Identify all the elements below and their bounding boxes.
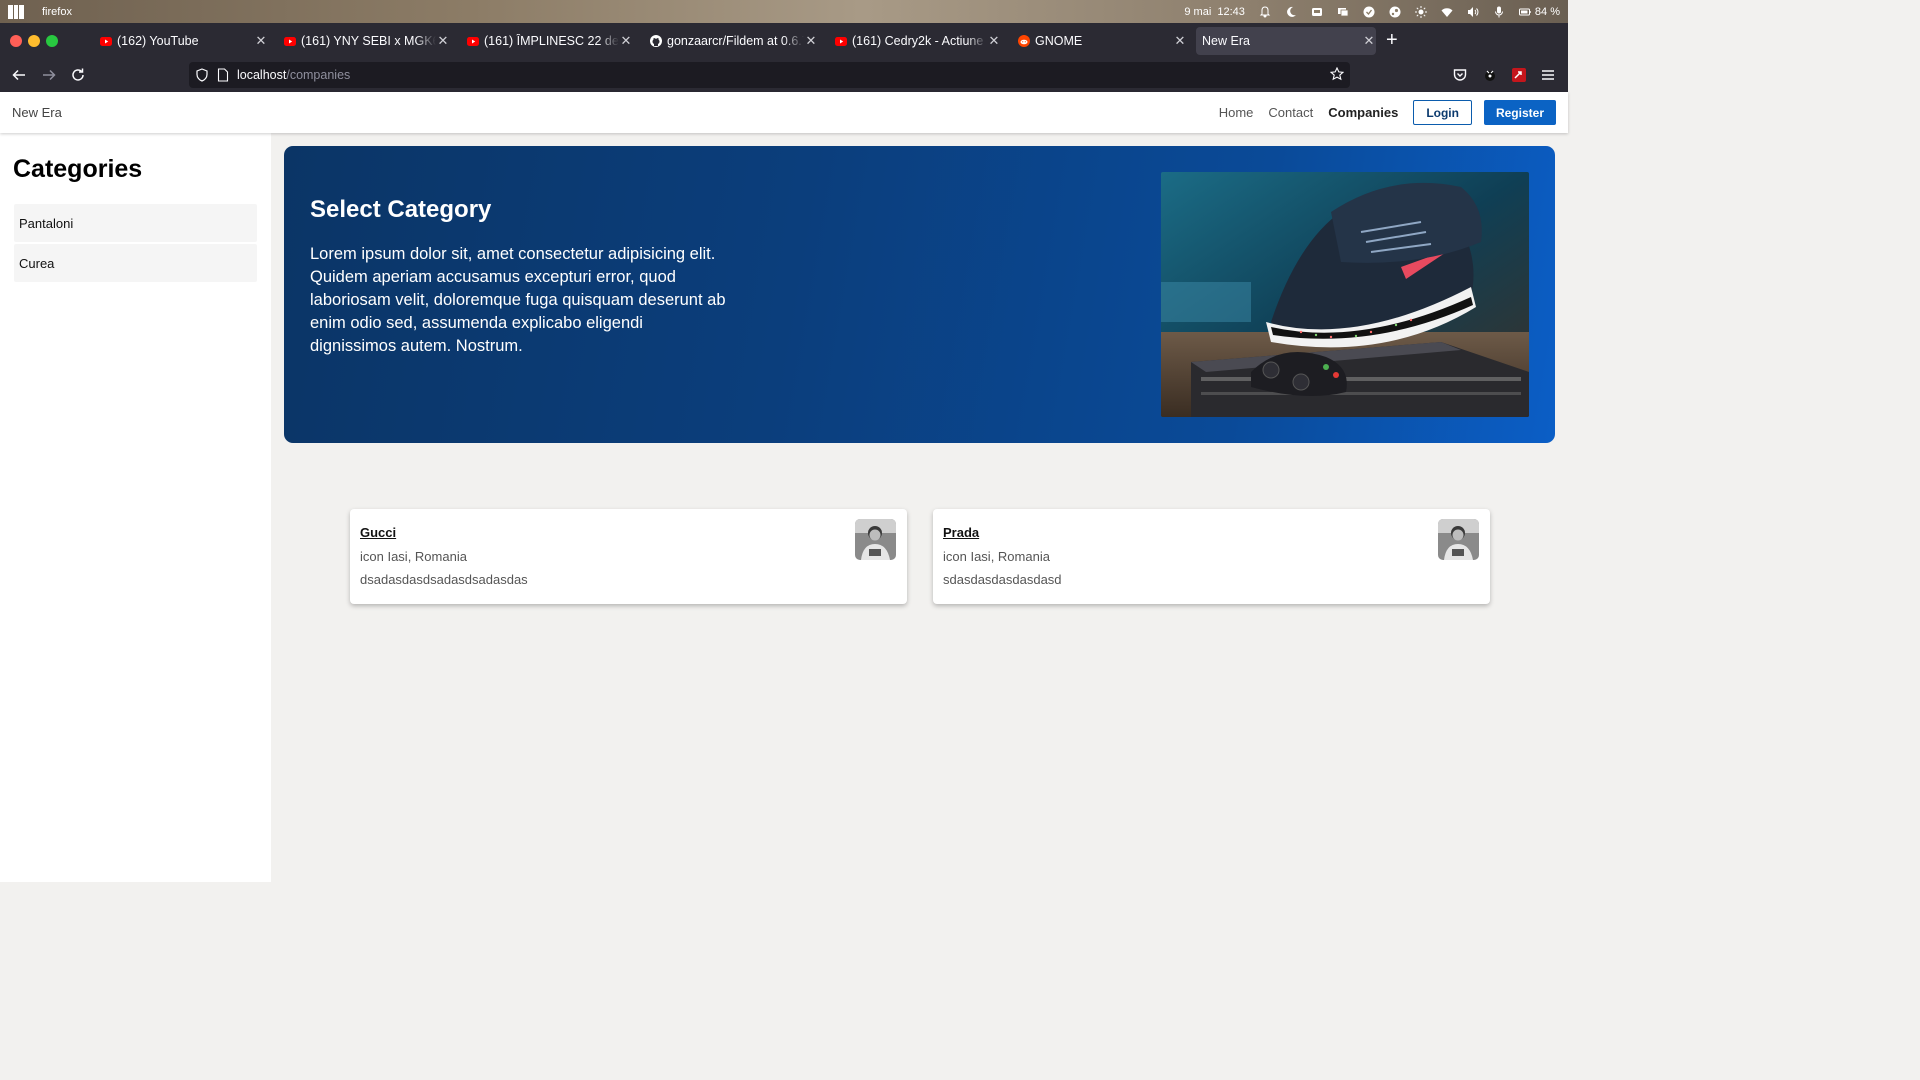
notifications-icon[interactable] [1259,5,1271,18]
battery-percent: 84 % [1534,5,1560,18]
browser-tab-strip: (162) YouTube ✕ (161) YNY SEBI x MGK66 -… [0,23,1568,59]
nav-home-link[interactable]: Home [1219,105,1254,120]
tab-title: New Era [1202,34,1250,48]
youtube-icon [835,35,847,47]
youtube-icon [467,35,479,47]
company-description: dsadasdasdsadasdsadasdas [360,572,528,587]
url-bar[interactable]: localhost/companies [189,62,1350,88]
window-maximize-button[interactable] [46,35,58,47]
menu-icon[interactable] [1540,67,1556,83]
back-icon[interactable] [11,67,27,83]
company-card[interactable]: Prada icon Iasi, Romania sdasdasdasdasda… [933,509,1490,604]
browser-tab[interactable]: (162) YouTube ✕ [100,27,268,55]
display-icon[interactable] [1337,6,1349,18]
pocket-icon[interactable] [1452,67,1468,83]
volume-icon[interactable] [1467,6,1479,18]
youtube-icon [100,35,112,47]
nav-contact-link[interactable]: Contact [1268,105,1313,120]
company-avatar [1438,519,1479,560]
screenshot-icon[interactable] [1311,6,1323,18]
focused-app-name[interactable]: firefox [42,6,72,18]
microphone-icon[interactable] [1493,6,1505,18]
system-top-bar: firefox 9 mai 12:43 84 % [0,0,1568,23]
hero-text: Lorem ipsum dolor sit, amet consectetur … [310,245,726,355]
hero-title: Select Category [310,196,492,223]
time-text: 12:43 [1217,5,1245,18]
browser-tab[interactable]: gonzaarcr/Fildem at 0.6.7 ✕ [650,27,818,55]
clock-date[interactable]: 9 mai 12:43 [1184,6,1245,18]
forward-icon[interactable] [41,67,57,83]
login-button[interactable]: Login [1413,100,1472,125]
nav-companies-link[interactable]: Companies [1328,105,1398,120]
battery-status[interactable]: 84 % [1518,5,1560,18]
wifi-icon[interactable] [1441,6,1453,18]
tab-close-icon[interactable]: ✕ [436,33,450,49]
category-item[interactable]: Pantaloni [14,204,257,242]
browser-tab[interactable]: (161) YNY SEBI x MGK66 - Parti ✕ [284,27,450,55]
night-mode-icon[interactable] [1285,6,1297,18]
activities-icon[interactable] [8,4,26,19]
site-nav: Home Contact Companies Login Register [1219,92,1568,133]
url-host: localhost [237,68,287,82]
bookmark-star-icon[interactable] [1329,66,1345,81]
tab-close-icon[interactable]: ✕ [619,33,633,49]
browser-tab[interactable]: (161) ÎMPLINESC 22 de Ani ✕ [467,27,633,55]
extension-red-icon[interactable] [1511,67,1527,83]
tab-close-icon[interactable]: ✕ [1362,33,1376,49]
reload-icon[interactable] [70,67,86,83]
reddit-icon [1018,35,1030,47]
extension-icon[interactable] [1482,67,1498,83]
browser-toolbar: localhost/companies [0,59,1568,92]
category-item[interactable]: Curea [14,244,257,282]
company-card[interactable]: Gucci icon Iasi, Romania dsadasdasdsadas… [350,509,907,604]
categories-sidebar: Categories Pantaloni Curea [0,133,271,882]
tab-title: gonzaarcr/Fildem at 0.6.7 [667,34,804,48]
window-close-button[interactable] [10,35,22,47]
tab-title: (161) ÎMPLINESC 22 de Ani [484,34,619,48]
browser-tab-active[interactable]: New Era ✕ [1196,27,1376,55]
company-name-link[interactable]: Gucci [360,525,396,540]
web-page: New Era Home Contact Companies Login Reg… [0,92,1568,882]
tab-title: (161) YNY SEBI x MGK66 - Parti [301,34,436,48]
tab-close-icon[interactable]: ✕ [987,33,1001,49]
date-text: 9 mai [1184,5,1212,18]
tab-close-icon[interactable]: ✕ [1173,33,1187,49]
site-brand[interactable]: New Era [12,105,62,120]
browser-tab[interactable]: GNOME ✕ [1018,27,1187,55]
browser-tab[interactable]: (161) Cedry2k - Actiune de ✕ [835,27,1001,55]
company-name-link[interactable]: Prada [943,525,979,540]
company-avatar [855,519,896,560]
check-icon[interactable] [1363,6,1375,18]
company-location: icon Iasi, Romania [943,549,1050,564]
brightness-icon[interactable] [1414,5,1427,18]
youtube-icon [284,35,296,47]
steam-icon[interactable] [1389,6,1401,18]
tab-title: GNOME [1035,34,1083,48]
sneakers-on-console-image [1161,172,1529,417]
tab-title: (161) Cedry2k - Actiune de [852,34,987,48]
new-tab-button[interactable]: + [1386,30,1398,50]
tab-title: (162) YouTube [117,34,199,48]
shield-icon[interactable] [195,68,209,82]
window-minimize-button[interactable] [28,35,40,47]
company-location: icon Iasi, Romania [360,549,467,564]
company-description: sdasdasdasdasdasd [943,572,1062,587]
url-path: /companies [286,68,351,82]
page-icon[interactable] [217,68,229,82]
site-header: New Era Home Contact Companies Login Reg… [0,92,1568,133]
hero-banner: Select Category Lorem ipsum dolor sit, a… [284,146,1555,443]
categories-title: Categories [13,155,143,183]
battery-icon [1518,6,1531,18]
github-icon [650,35,662,47]
tab-close-icon[interactable]: ✕ [804,33,818,49]
tab-close-icon[interactable]: ✕ [254,33,268,49]
register-button[interactable]: Register [1483,100,1556,125]
